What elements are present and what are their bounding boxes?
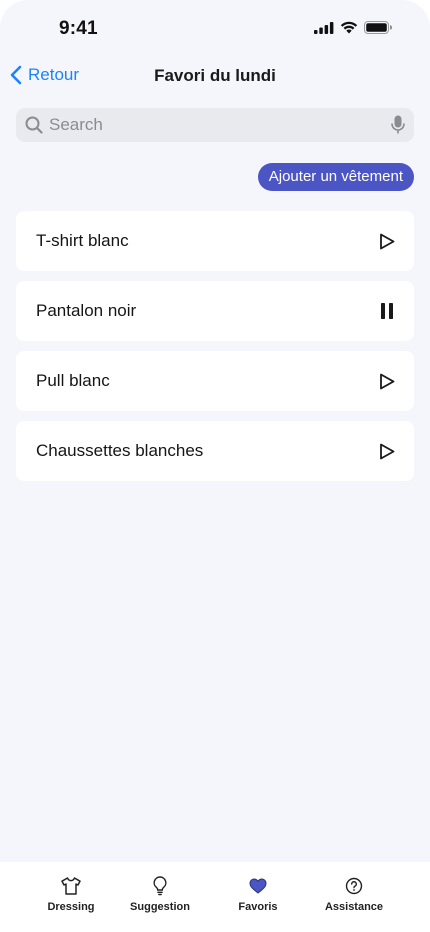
tab-label: Assistance xyxy=(324,901,384,913)
cellular-signal-icon xyxy=(314,21,334,39)
item-label: Pantalon noir xyxy=(36,301,137,320)
page-title: Favori du lundi xyxy=(154,66,276,85)
tshirt-icon xyxy=(61,876,81,896)
heart-icon xyxy=(249,876,267,896)
add-garment-button[interactable]: Ajouter un vêtement xyxy=(257,163,414,191)
play-icon[interactable] xyxy=(378,372,396,390)
list-item[interactable]: Pantalon noir xyxy=(16,281,414,341)
wifi-icon xyxy=(340,21,358,39)
play-icon[interactable] xyxy=(378,232,396,250)
list-item[interactable]: Pull blanc xyxy=(16,351,414,411)
item-label: Pull blanc xyxy=(36,371,110,390)
tab-bar: Dressing Suggestion Favoris Assistance xyxy=(0,862,430,932)
tab-favoris[interactable]: Favoris xyxy=(213,876,303,913)
list-item[interactable]: T-shirt blanc xyxy=(16,211,414,271)
status-time: 9:41 xyxy=(59,18,98,39)
tab-dressing[interactable]: Dressing xyxy=(26,876,116,913)
navigation-bar: Retour Favori du lundi xyxy=(0,56,430,96)
microphone-icon[interactable] xyxy=(391,115,405,135)
tab-suggestion[interactable]: Suggestion xyxy=(115,876,205,913)
tab-label: Dressing xyxy=(47,901,95,913)
question-circle-icon xyxy=(345,876,363,896)
search-input[interactable] xyxy=(49,115,369,135)
tab-label: Suggestion xyxy=(130,901,190,913)
status-bar: 9:41 xyxy=(0,0,430,56)
lightbulb-icon xyxy=(153,876,167,896)
status-icons xyxy=(314,21,393,39)
pause-icon[interactable] xyxy=(378,302,396,320)
app-screen: 9:41 Retour Favori du lundi Search Ajout… xyxy=(0,0,430,932)
list-item[interactable]: Chaussettes blanches xyxy=(16,421,414,481)
tab-assistance[interactable]: Assistance xyxy=(309,876,399,913)
search-bar[interactable] xyxy=(16,108,414,142)
battery-icon xyxy=(364,21,393,39)
tab-label: Favoris xyxy=(238,901,278,913)
search-icon xyxy=(25,116,43,134)
item-label: T-shirt blanc xyxy=(36,231,129,250)
item-label: Chaussettes blanches xyxy=(36,441,204,460)
play-icon[interactable] xyxy=(378,442,396,460)
garment-list: T-shirt blanc Pantalon noir Pull blanc C… xyxy=(16,211,414,491)
